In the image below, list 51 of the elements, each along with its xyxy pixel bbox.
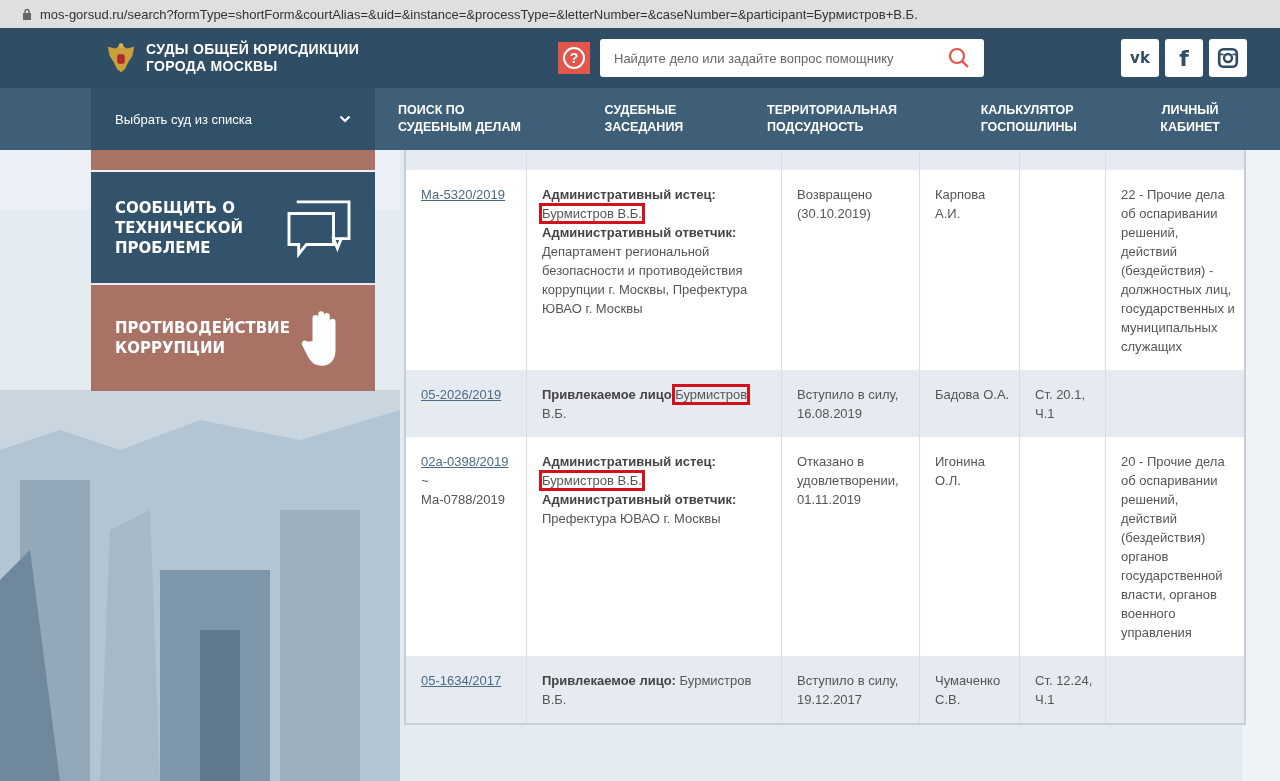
status-text: Вступило в силу, 19.12.2017	[797, 673, 899, 707]
party-label: Административный истец:	[542, 454, 716, 469]
nav-link[interactable]: СУДЕБНЫЕ ЗАСЕДАНИЯ	[604, 102, 684, 136]
case-link[interactable]: 05-2026/2019	[421, 385, 502, 404]
judge-name: Игонина О.Л.	[935, 454, 985, 488]
party-name: Бурмистров	[679, 673, 752, 688]
case-number: ~	[421, 472, 430, 490]
party-label: Административный истец:	[542, 187, 716, 202]
party-name: Департамент региональной безопасности и противодействия коррупции г. Москвы, Префектура ЮВАО г. Москвы	[542, 244, 748, 316]
lock-icon	[22, 8, 32, 20]
party-label: Административный ответчик:	[542, 492, 737, 507]
party-name: Бурмистров В.Б.	[542, 206, 642, 221]
article-text: Ст. 20.1, Ч.1	[1035, 387, 1086, 421]
anticorruption-banner[interactable]: ПРОТИВОДЕЙСТВИЕ КОРРУПЦИИ	[91, 285, 375, 391]
nav-link[interactable]: ТЕРРИТОРИАЛЬНАЯ ПОДСУДНОСТЬ	[767, 102, 897, 136]
party-name: В.Б.	[542, 406, 567, 421]
chat-bubbles-icon	[287, 197, 351, 258]
judge-name: Чумаченко С.В.	[935, 673, 1001, 707]
party-label: Привлекаемое лицо	[542, 387, 672, 402]
status-text: Возвращено (30.10.2019)	[797, 187, 873, 221]
party-label: Привлекаемое лицо:	[542, 673, 676, 688]
search-icon[interactable]	[948, 47, 970, 69]
camera-icon	[1217, 47, 1239, 69]
nav-link[interactable]: ПОИСК ПО СУДЕБНЫМ ДЕЛАМ	[398, 102, 521, 136]
category-text: 20 - Прочие дела об оспаривании решений, действий (бездействия) органов государственной власти, органов военного управления	[1121, 454, 1225, 640]
party-label: Административный ответчик:	[542, 225, 737, 240]
party-name: Бурмистров	[675, 387, 748, 402]
nav-link[interactable]: ЛИЧНЫЙ КАБИНЕТ	[1160, 102, 1220, 136]
case-link[interactable]: Ма-5320/2019	[421, 185, 505, 204]
party-name: В.Б.	[542, 692, 567, 707]
site-title[interactable]: СУДЫ ОБЩЕЙ ЮРИСДИКЦИИ ГОРОДА МОСКВЫ	[146, 41, 359, 75]
help-button[interactable]: ?	[558, 42, 590, 74]
search-field[interactable]: Найдите дело или задайте вопрос помощнику	[600, 39, 984, 77]
nav-link[interactable]: КАЛЬКУЛЯТОР ГОСПОШЛИНЫ	[980, 102, 1077, 136]
instagram-button[interactable]	[1209, 39, 1247, 77]
chevron-down-icon	[339, 115, 351, 123]
case-link[interactable]: 05-1634/2017	[421, 671, 502, 690]
category-text: 22 - Прочие дела об оспаривании решений, действий (бездействия) - должностных лиц, государственных и муниципальных служащих	[1121, 187, 1235, 354]
party-name: Префектура ЮВАО г. Москвы	[542, 511, 721, 526]
report-problem-banner[interactable]: СООБЩИТЬ О ТЕХНИЧЕСКОЙ ПРОБЛЕМЕ	[91, 172, 375, 283]
case-number: Ма-0788/2019	[421, 491, 506, 509]
case-link[interactable]: 02а-0398/2019	[421, 452, 509, 471]
status-text: Отказано в удовлетворении, 01.11.2019	[797, 454, 899, 507]
party-name: Бурмистров В.Б.	[542, 473, 642, 488]
status-text: Вступило в силу, 16.08.2019	[797, 387, 899, 421]
court-select[interactable]: Выбрать суд из списка	[91, 88, 375, 150]
facebook-button[interactable]: f	[1165, 39, 1203, 77]
judge-name: Бадова О.А.	[935, 387, 1010, 402]
vk-button[interactable]: vk	[1121, 39, 1159, 77]
article-text: Ст. 12.24, Ч.1	[1035, 673, 1093, 707]
judge-name: Карпова А.И.	[935, 187, 986, 221]
